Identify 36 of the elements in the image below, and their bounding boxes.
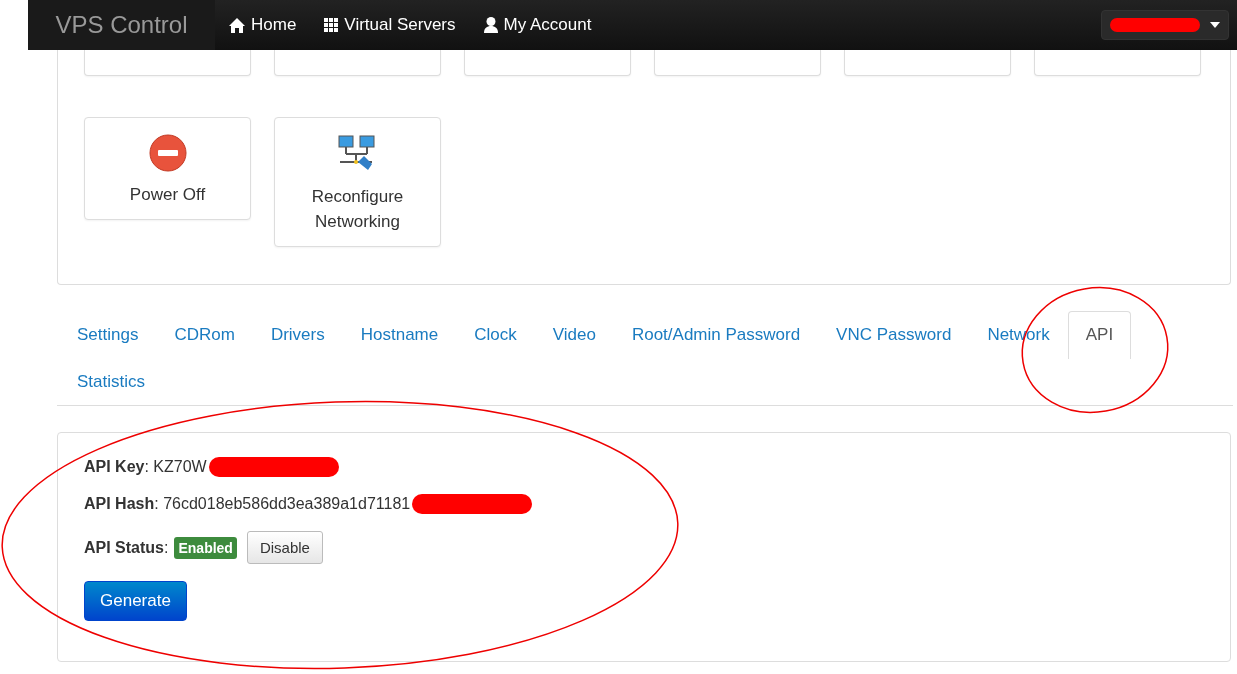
action-card[interactable]	[464, 50, 631, 76]
action-card[interactable]	[1034, 50, 1201, 76]
tab[interactable]: Clock	[456, 311, 535, 358]
home-icon	[229, 17, 245, 33]
tab[interactable]: VNC Password	[818, 311, 970, 358]
tab[interactable]: Settings	[59, 311, 157, 358]
action-label: Power Off	[128, 184, 207, 206]
user-icon	[483, 17, 498, 33]
tab[interactable]: Statistics	[59, 358, 164, 405]
tab[interactable]: CDRom	[156, 311, 253, 358]
tab[interactable]: API	[1067, 311, 1132, 359]
action-card[interactable]: Reconfigure Networking	[274, 117, 441, 247]
action-card[interactable]: Power Off	[84, 117, 251, 220]
action-card[interactable]	[84, 50, 251, 76]
disable-button[interactable]: Disable	[246, 531, 323, 564]
tab[interactable]: Root/Admin Password	[613, 311, 819, 358]
brand[interactable]: VPS Control	[28, 0, 215, 50]
action-card[interactable]	[654, 50, 821, 76]
grid-icon	[324, 18, 339, 32]
stop-icon	[148, 134, 187, 172]
tab[interactable]: Drivers	[252, 311, 343, 358]
action-card[interactable]	[844, 50, 1011, 76]
nav-link[interactable]: Virtual Servers	[310, 0, 470, 50]
generate-button[interactable]: Generate	[84, 581, 187, 621]
action-label: Reconfigure Networking	[310, 186, 405, 233]
tab[interactable]: Hostname	[342, 311, 457, 358]
status-badge: Enabled	[174, 536, 237, 559]
user-menu[interactable]	[1101, 10, 1229, 40]
tab[interactable]: Video	[534, 311, 614, 358]
api-status-label: API Status:	[84, 538, 169, 557]
caret-icon	[1210, 22, 1220, 28]
nav-link[interactable]: My Account	[469, 0, 606, 50]
api-key-text: API Key: KZ70W	[84, 458, 207, 476]
nav-link[interactable]: Home	[215, 0, 311, 50]
action-card[interactable]	[274, 50, 441, 76]
api-hash-text: API Hash: 76cd018eb586dd3ea389a1d71181	[84, 495, 411, 513]
